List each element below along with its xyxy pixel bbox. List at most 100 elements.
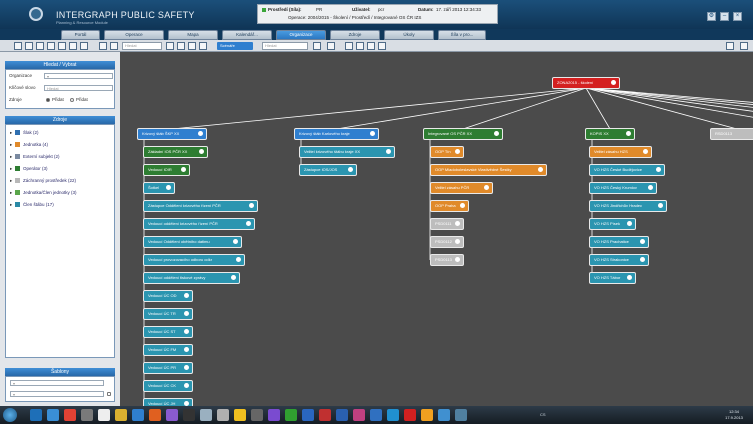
taskbar-app-icon[interactable] xyxy=(166,409,178,421)
search-icon[interactable] xyxy=(313,42,321,50)
expand-icon[interactable] xyxy=(611,80,616,85)
tab-map[interactable]: Mapa xyxy=(168,30,218,40)
taskbar-app-icon[interactable] xyxy=(234,409,246,421)
expand-icon[interactable] xyxy=(199,149,205,154)
org-node[interactable]: Vedoucí ÚC TR xyxy=(144,309,192,319)
expand-icon[interactable] xyxy=(165,185,171,190)
template-select-2[interactable]: ▾ xyxy=(10,391,104,397)
organization-select[interactable]: ▾ xyxy=(44,73,113,79)
taskbar-app-icon[interactable] xyxy=(81,409,93,421)
org-node[interactable]: VO HZS Strakonice xyxy=(590,255,649,265)
radio-show[interactable] xyxy=(46,98,50,102)
expand-icon[interactable] xyxy=(183,311,189,316)
tab-resources[interactable]: Zdroje xyxy=(330,30,380,40)
taskbar-app-icon[interactable] xyxy=(30,409,42,421)
taskbar-app-icon[interactable] xyxy=(200,409,212,421)
org-node[interactable]: Vedoucí ÚC FM xyxy=(144,345,192,355)
grid-icon[interactable] xyxy=(166,42,174,50)
settings-button[interactable]: ⚙ xyxy=(707,12,716,21)
toggle-panel-icon[interactable] xyxy=(726,42,734,50)
resource-item-operator[interactable]: ▸ Operátor (3) xyxy=(10,166,48,174)
org-node[interactable]: VO HZS Prachatice xyxy=(590,237,649,247)
tab-forces[interactable]: Šíla v pro... xyxy=(438,30,486,40)
org-node[interactable]: Vedoucí oddělení tiskové zprávy xyxy=(144,273,239,283)
org-node[interactable]: Šotkel xyxy=(144,183,174,193)
expand-icon[interactable] xyxy=(188,42,196,50)
org-node[interactable]: Vedoucí oddělení krizového řízení PČR xyxy=(144,219,255,229)
org-node[interactable]: Velitel zásahu PČR xyxy=(431,183,492,193)
expand-icon[interactable] xyxy=(183,383,189,388)
expand-icon[interactable] xyxy=(248,203,254,208)
expand-icon[interactable] xyxy=(233,239,239,244)
radio-move[interactable] xyxy=(70,98,74,102)
filter-icon[interactable] xyxy=(80,42,88,50)
expand-icon[interactable] xyxy=(386,149,391,154)
taskbar-app-icon[interactable] xyxy=(217,409,229,421)
expand-icon[interactable] xyxy=(183,347,189,352)
expand-icon[interactable] xyxy=(370,131,375,136)
taskbar-app-icon[interactable] xyxy=(64,409,76,421)
org-root-node[interactable]: ZONA2015 - školení xyxy=(553,78,619,88)
expand-icon[interactable] xyxy=(494,131,499,136)
org-node[interactable]: Vedoucí IOIR xyxy=(144,165,190,175)
resource-item-unit[interactable]: ▸ Jednotka (4) xyxy=(10,142,48,150)
org-node[interactable]: PSD0111 xyxy=(431,219,464,229)
expand-icon[interactable] xyxy=(655,167,661,172)
list-icon[interactable] xyxy=(177,42,185,50)
taskbar-app-icon[interactable] xyxy=(336,409,348,421)
taskbar-clock[interactable]: 12:34 17.9.2013 xyxy=(720,409,748,421)
taskbar-app-icon[interactable] xyxy=(370,409,382,421)
expand-icon[interactable] xyxy=(627,221,633,226)
org-column-header-4[interactable]: RSD0113 xyxy=(711,129,753,139)
org-node[interactable]: PSD0112 xyxy=(431,237,464,247)
expand-icon[interactable] xyxy=(235,257,241,262)
search-input[interactable]: Hledat xyxy=(122,42,162,50)
expand-icon[interactable] xyxy=(658,203,664,208)
expand-icon[interactable] xyxy=(642,149,648,154)
resource-item-staff-member[interactable]: ▸ Člen štábu (17) xyxy=(10,202,54,210)
start-button[interactable] xyxy=(3,408,17,422)
chart-icon[interactable] xyxy=(378,42,386,50)
tab-calendar[interactable]: Kalendář... xyxy=(222,30,272,40)
tray-language[interactable]: CS xyxy=(540,412,546,417)
expand-icon[interactable] xyxy=(626,131,631,136)
expand-icon[interactable] xyxy=(183,365,189,370)
expand-icon[interactable] xyxy=(455,257,461,262)
org-node[interactable]: Zástupce Oddělení krizového řízení PČR xyxy=(144,201,257,211)
scenario-dropdown[interactable]: Scénáře xyxy=(217,42,253,50)
keyword-input[interactable]: Hledat xyxy=(44,85,113,91)
org-node[interactable]: VO HZS Český Krumlov xyxy=(590,183,656,193)
taskbar-app-icon[interactable] xyxy=(319,409,331,421)
org-node[interactable]: OOP Praha xyxy=(431,201,469,211)
collapse-icon[interactable] xyxy=(199,42,207,50)
org-node[interactable]: Vedoucí ÚC CK xyxy=(144,381,192,391)
org-node[interactable]: Vedoucí Oddělení obětního datimu xyxy=(144,237,242,247)
refresh-icon[interactable] xyxy=(69,42,77,50)
expand-icon[interactable] xyxy=(183,329,189,334)
org-node[interactable]: Zástupce IOS/JOS xyxy=(300,165,356,175)
expand-icon[interactable] xyxy=(648,185,653,190)
taskbar-app-icon[interactable] xyxy=(251,409,263,421)
org-node[interactable]: VO HZS Tábor xyxy=(590,273,636,283)
org-node[interactable]: OOP Mladoboleslavské Vlastivědné Šestky xyxy=(431,165,547,175)
resource-item-staff[interactable]: ▸ Šlak (2) xyxy=(10,130,39,138)
expand-icon[interactable] xyxy=(347,167,353,172)
open-icon[interactable] xyxy=(25,42,33,50)
template-apply-icon[interactable] xyxy=(107,392,111,396)
tab-organization[interactable]: Organizace xyxy=(276,30,326,40)
expand-icon[interactable] xyxy=(198,131,203,136)
org-node[interactable]: VO HZS České Budějovice xyxy=(590,165,664,175)
tree-icon[interactable] xyxy=(367,42,375,50)
expand-icon[interactable] xyxy=(455,221,461,226)
org-column-header-2[interactable]: Integrované OS PČR XX xyxy=(424,129,502,139)
org-node[interactable]: Vedoucí ÚC JH xyxy=(144,399,192,406)
org-chart-canvas[interactable]: ZONA2015 - školení Krizový štáb ŠKP XX Zák… xyxy=(120,52,753,406)
org-node[interactable]: PSD0113 xyxy=(431,255,464,265)
close-button[interactable]: × xyxy=(733,12,742,21)
org-node[interactable]: Vedoucí provozovacího odboru odkr xyxy=(144,255,244,265)
taskbar-app-icon[interactable] xyxy=(183,409,195,421)
zoom-icon[interactable] xyxy=(99,42,107,50)
expand-icon[interactable] xyxy=(455,239,461,244)
template-select[interactable]: ▾ xyxy=(10,380,104,386)
org-node[interactable]: Vedoucí ÚC OD xyxy=(144,291,192,301)
